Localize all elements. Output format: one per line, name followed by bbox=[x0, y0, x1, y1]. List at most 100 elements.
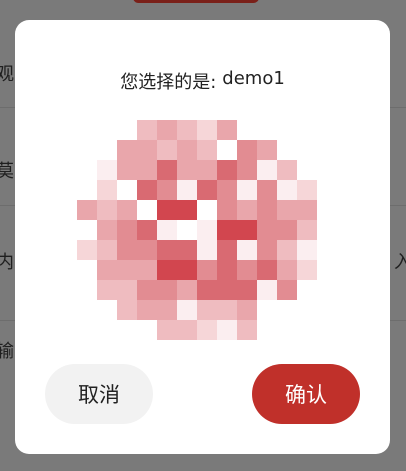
mosaic-tile bbox=[157, 140, 177, 160]
mosaic-tile bbox=[177, 120, 197, 140]
mosaic-tile bbox=[157, 300, 177, 320]
mosaic-tile bbox=[137, 140, 157, 160]
mosaic-tile bbox=[217, 300, 237, 320]
mosaic-tile bbox=[277, 240, 297, 260]
mosaic-tile bbox=[97, 240, 117, 260]
mosaic-tile bbox=[177, 300, 197, 320]
mosaic-tile bbox=[237, 280, 257, 300]
mosaic-tile bbox=[277, 180, 297, 200]
mosaic-tile bbox=[297, 260, 317, 280]
mosaic-tile bbox=[117, 240, 137, 260]
mosaic-tile bbox=[137, 260, 157, 280]
mosaic-tile bbox=[117, 260, 137, 280]
mosaic-tile bbox=[157, 200, 177, 220]
mosaic-tile bbox=[237, 220, 257, 240]
mosaic-tile bbox=[217, 180, 237, 200]
mosaic-tile bbox=[157, 260, 177, 280]
background-right-text: 入 bbox=[394, 252, 406, 273]
mosaic-tile bbox=[237, 320, 257, 340]
page: 观 莫 内 入 输 您选择的是: demo1 取消 确认 bbox=[0, 0, 406, 471]
mosaic-tile bbox=[197, 120, 217, 140]
mosaic-tile bbox=[197, 180, 217, 200]
mosaic-tile bbox=[277, 260, 297, 280]
mosaic-tile bbox=[117, 200, 137, 220]
mosaic-tile bbox=[217, 280, 237, 300]
mosaic-tile bbox=[217, 140, 237, 160]
mosaic-tile bbox=[277, 280, 297, 300]
mosaic-tile bbox=[217, 120, 237, 140]
mosaic-tile bbox=[177, 320, 197, 340]
mosaic-tile bbox=[237, 200, 257, 220]
mosaic-tile bbox=[277, 200, 297, 220]
mosaic-tile bbox=[257, 300, 277, 320]
mosaic-tile bbox=[257, 140, 277, 160]
mosaic-tile bbox=[297, 200, 317, 220]
mosaic-tile bbox=[177, 200, 197, 220]
mosaic-tile bbox=[257, 180, 277, 200]
pixelated-image-icon bbox=[77, 120, 317, 340]
mosaic-tile bbox=[137, 320, 157, 340]
mosaic-tile bbox=[177, 240, 197, 260]
mosaic-tile bbox=[137, 160, 157, 180]
background-label-1: 观 bbox=[0, 64, 14, 85]
mosaic-tile bbox=[77, 240, 97, 260]
mosaic-tile bbox=[297, 240, 317, 260]
mosaic-tile bbox=[217, 160, 237, 180]
cancel-button[interactable]: 取消 bbox=[45, 364, 153, 424]
mosaic-tile bbox=[117, 180, 137, 200]
mosaic-tile bbox=[197, 160, 217, 180]
mosaic-tile bbox=[137, 280, 157, 300]
mosaic-tile bbox=[237, 260, 257, 280]
mosaic-tile bbox=[197, 300, 217, 320]
mosaic-tile bbox=[77, 200, 97, 220]
confirm-button[interactable]: 确认 bbox=[252, 364, 360, 424]
mosaic-tile bbox=[177, 280, 197, 300]
mosaic-tile bbox=[197, 280, 217, 300]
background-label-2: 莫 bbox=[0, 161, 14, 182]
dialog-title: 您选择的是: demo1 bbox=[15, 68, 390, 94]
mosaic-tile bbox=[97, 220, 117, 240]
mosaic-tile bbox=[137, 240, 157, 260]
mosaic-tile bbox=[157, 160, 177, 180]
mosaic-tile bbox=[137, 300, 157, 320]
mosaic-tile bbox=[157, 220, 177, 240]
mosaic-tile bbox=[257, 260, 277, 280]
mosaic-tile bbox=[197, 140, 217, 160]
mosaic-tile bbox=[237, 140, 257, 160]
mosaic-tile bbox=[297, 180, 317, 200]
mosaic-tile bbox=[277, 160, 297, 180]
mosaic-tile bbox=[117, 300, 137, 320]
mosaic-tile bbox=[97, 160, 117, 180]
mosaic-tile bbox=[177, 160, 197, 180]
selection-dialog: 您选择的是: demo1 取消 确认 bbox=[15, 20, 390, 454]
mosaic-tile bbox=[257, 220, 277, 240]
mosaic-tile bbox=[177, 180, 197, 200]
mosaic-tile bbox=[157, 120, 177, 140]
mosaic-tile bbox=[157, 320, 177, 340]
mosaic-tile bbox=[177, 140, 197, 160]
mosaic-tile bbox=[197, 240, 217, 260]
mosaic-tile bbox=[117, 160, 137, 180]
mosaic-tile bbox=[137, 220, 157, 240]
mosaic-tile bbox=[197, 260, 217, 280]
mosaic-tile bbox=[97, 260, 117, 280]
mosaic-tile bbox=[237, 160, 257, 180]
selected-value: demo1 bbox=[222, 68, 285, 89]
mosaic-tile bbox=[217, 260, 237, 280]
mosaic-tile bbox=[197, 200, 217, 220]
mosaic-tile bbox=[97, 280, 117, 300]
background-label-3: 内 bbox=[0, 252, 14, 273]
mosaic-tile bbox=[97, 200, 117, 220]
dialog-prompt: 您选择的是: bbox=[120, 72, 217, 93]
mosaic-tile bbox=[177, 260, 197, 280]
mosaic-tile bbox=[217, 200, 237, 220]
mosaic-tile bbox=[137, 180, 157, 200]
background-label-4: 输 bbox=[0, 341, 14, 362]
mosaic-tile bbox=[237, 300, 257, 320]
mosaic-tile bbox=[137, 200, 157, 220]
mosaic-tile bbox=[237, 240, 257, 260]
mosaic-tile bbox=[257, 200, 277, 220]
mosaic-tile bbox=[237, 180, 257, 200]
mosaic-tile bbox=[197, 220, 217, 240]
mosaic-tile bbox=[197, 320, 217, 340]
